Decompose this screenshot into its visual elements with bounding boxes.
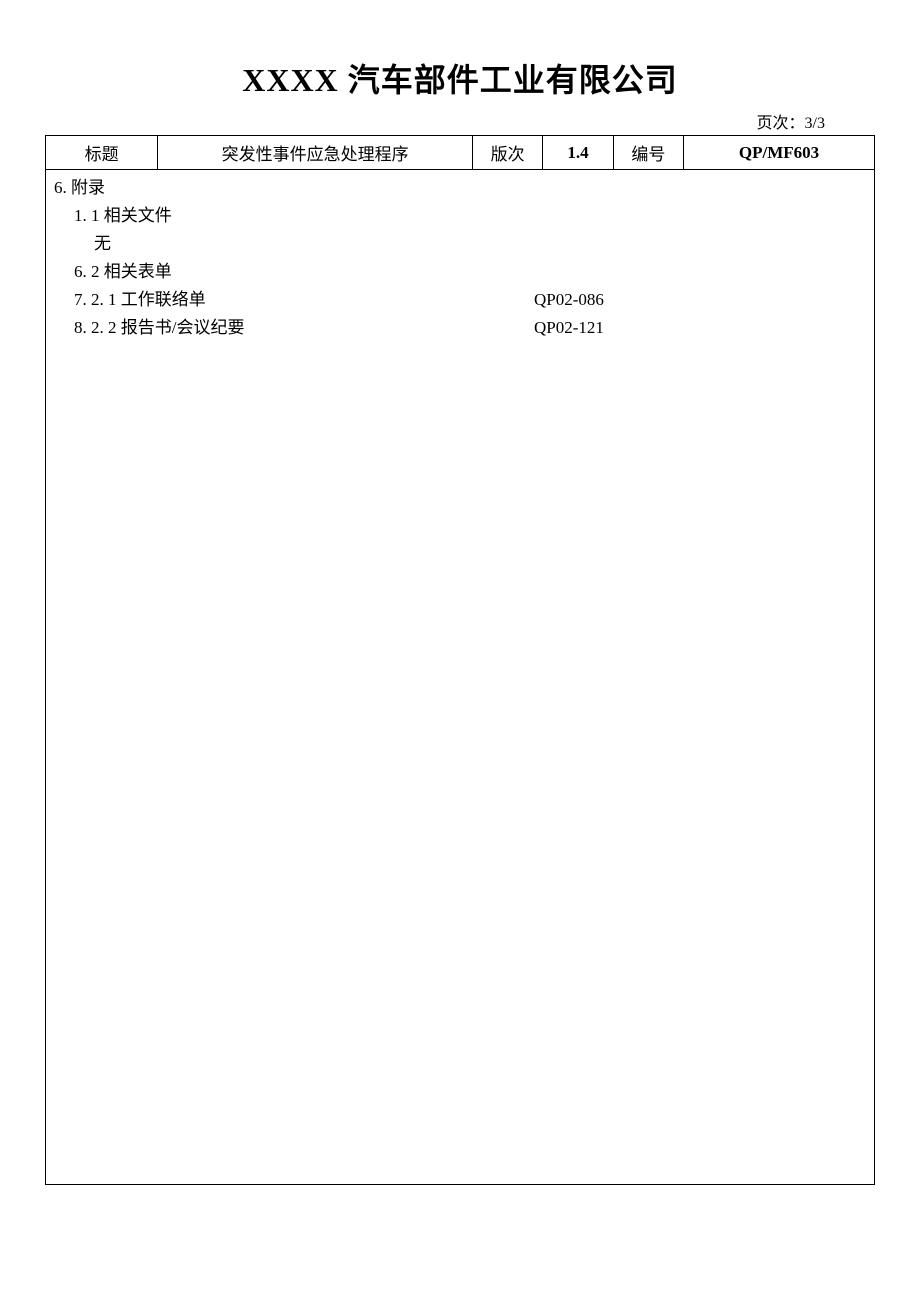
header-number-label: 编号	[613, 136, 683, 170]
company-title: XXXX 汽车部件工业有限公司	[45, 55, 875, 101]
body-form1-name: 7. 2. 1 工作联络单	[74, 286, 534, 314]
body-content: 6. 附录 1. 1 相关文件 无 6. 2 相关表单 7. 2. 1 工作联络…	[46, 170, 874, 346]
body-line-related-forms: 6. 2 相关表单	[54, 258, 866, 286]
body-line-appendix: 6. 附录	[54, 174, 866, 202]
header-version-label: 版次	[472, 136, 542, 170]
header-title-label: 标题	[46, 136, 158, 170]
body-line-none: 无	[54, 230, 866, 258]
body-line-related-docs: 1. 1 相关文件	[54, 202, 866, 230]
header-table: 标题 突发性事件应急处理程序 版次 1.4 编号 QP/MF603	[46, 136, 874, 170]
body-row-form2: 8. 2. 2 报告书/会议纪要 QP02-121	[54, 314, 866, 342]
header-title-value: 突发性事件应急处理程序	[158, 136, 473, 170]
content-frame: 标题 突发性事件应急处理程序 版次 1.4 编号 QP/MF603 6. 附录 …	[45, 135, 875, 1185]
header-number-value: QP/MF603	[684, 136, 874, 170]
body-row-form1: 7. 2. 1 工作联络单 QP02-086	[54, 286, 866, 314]
header-version-value: 1.4	[543, 136, 613, 170]
body-form2-name: 8. 2. 2 报告书/会议纪要	[74, 314, 534, 342]
page-indicator: 页次：3/3	[45, 109, 875, 133]
body-form2-code: QP02-121	[534, 314, 866, 342]
body-form1-code: QP02-086	[534, 286, 866, 314]
